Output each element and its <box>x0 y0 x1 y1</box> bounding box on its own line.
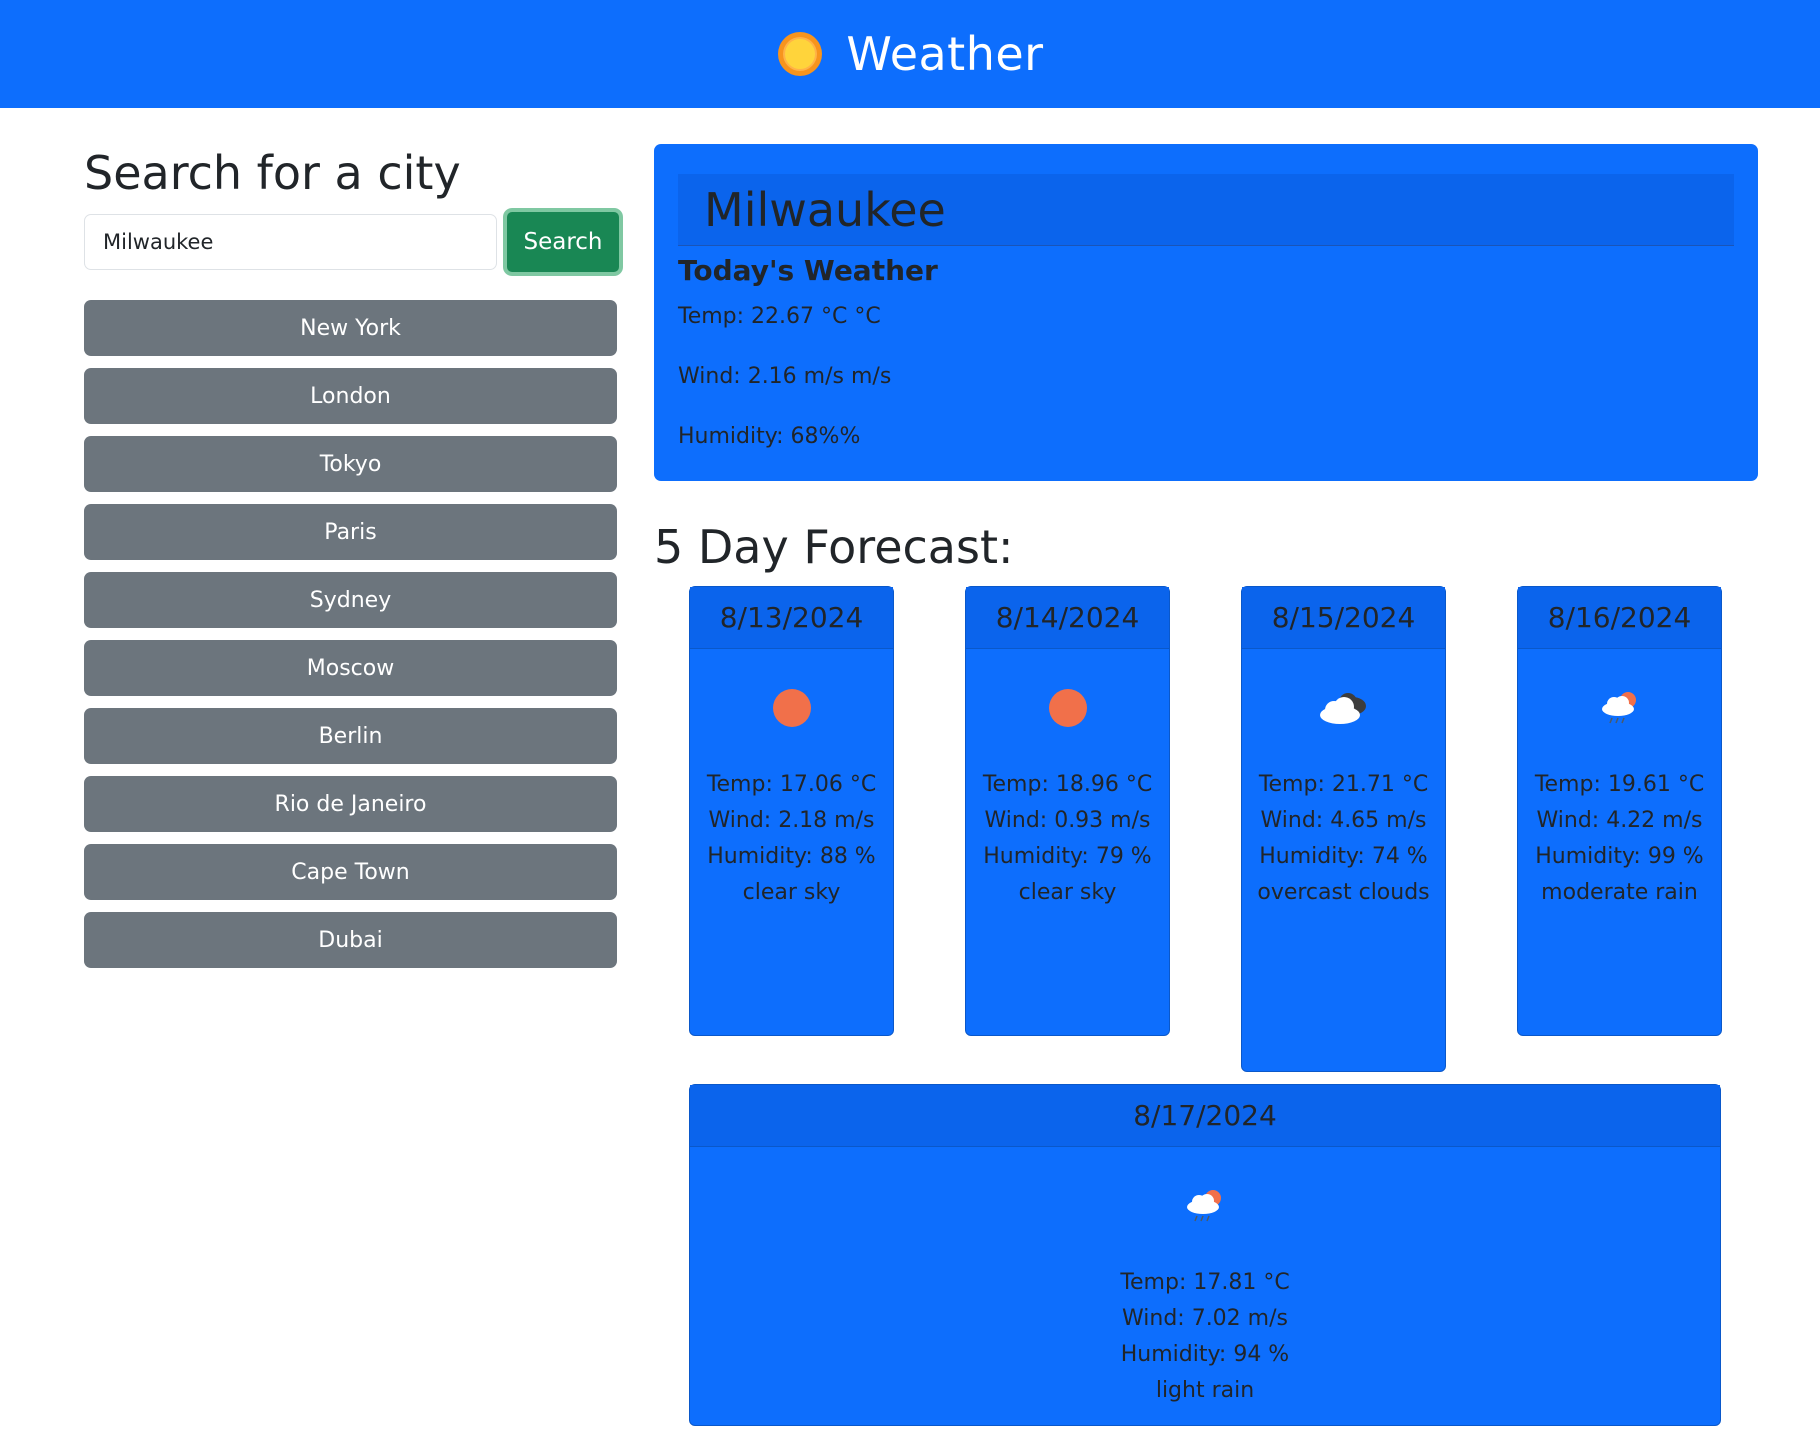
navbar: Weather <box>0 0 1820 108</box>
forecast-date: 8/16/2024 <box>1518 587 1721 649</box>
city-button[interactable]: London <box>84 368 617 424</box>
forecast-card: 8/17/2024 Temp: 17.81 °C Wind: 7.02 m/s … <box>689 1084 1721 1426</box>
current-weather-header: Milwaukee <box>678 174 1734 246</box>
forecast-description: clear sky <box>742 880 841 905</box>
forecast-description: overcast clouds <box>1257 880 1430 905</box>
search-button[interactable]: Search <box>503 208 623 276</box>
forecast-card: 8/13/2024 Temp: 17.06 °C Wind: 2.18 m/s … <box>689 586 894 1036</box>
forecast-temp: Temp: 17.81 °C <box>1120 1270 1290 1295</box>
city-button[interactable]: Cape Town <box>84 844 617 900</box>
city-history-list: New York London Tokyo Paris Sydney Mosco… <box>84 300 617 980</box>
rain-icon <box>1601 692 1636 724</box>
city-button[interactable]: Sydney <box>84 572 617 628</box>
city-search-input[interactable] <box>84 214 497 270</box>
city-button[interactable]: Paris <box>84 504 617 560</box>
forecast-description: light rain <box>1155 1378 1255 1403</box>
forecast-date: 8/14/2024 <box>966 587 1169 649</box>
overcast-clouds-icon <box>1319 693 1366 724</box>
city-button[interactable]: Moscow <box>84 640 617 696</box>
forecast-description: moderate rain <box>1541 880 1698 905</box>
city-button[interactable]: Dubai <box>84 912 617 968</box>
current-wind: Wind: 2.16 m/s m/s <box>678 364 892 389</box>
current-humidity: Humidity: 68%% <box>678 424 861 449</box>
forecast-humidity: Humidity: 94 % <box>1120 1342 1290 1367</box>
city-button[interactable]: Berlin <box>84 708 617 764</box>
clear-sky-icon <box>772 689 811 727</box>
forecast-wind: Wind: 7.02 m/s <box>1122 1306 1288 1331</box>
clear-sky-icon <box>1048 689 1087 727</box>
search-heading: Search for a city <box>84 146 461 200</box>
forecast-card: 8/16/2024 Temp: 19.61 °C Wind: 4.22 m/s … <box>1517 586 1722 1036</box>
current-city-name: Milwaukee <box>704 182 946 237</box>
forecast-temp: Temp: 21.71 °C <box>1258 772 1429 797</box>
forecast-temp: Temp: 18.96 °C <box>982 772 1153 797</box>
forecast-humidity: Humidity: 79 % <box>983 844 1152 869</box>
sun-icon <box>778 32 823 76</box>
city-button[interactable]: Rio de Janeiro <box>84 776 617 832</box>
current-temp: Temp: 22.67 °C °C <box>678 304 881 329</box>
forecast-heading: 5 Day Forecast: <box>654 520 1014 574</box>
forecast-humidity: Humidity: 99 % <box>1535 844 1704 869</box>
forecast-description: clear sky <box>1018 880 1117 905</box>
current-weather-card: Milwaukee Today's Weather Temp: 22.67 °C… <box>654 144 1758 481</box>
city-button[interactable]: New York <box>84 300 617 356</box>
forecast-date: 8/15/2024 <box>1242 587 1445 649</box>
city-button[interactable]: Tokyo <box>84 436 617 492</box>
forecast-wind: Wind: 4.22 m/s <box>1536 808 1703 833</box>
forecast-temp: Temp: 19.61 °C <box>1534 772 1705 797</box>
forecast-humidity: Humidity: 74 % <box>1259 844 1428 869</box>
forecast-date: 8/17/2024 <box>690 1085 1720 1147</box>
forecast-wind: Wind: 4.65 m/s <box>1260 808 1427 833</box>
forecast-date: 8/13/2024 <box>690 587 893 649</box>
forecast-card: 8/14/2024 Temp: 18.96 °C Wind: 0.93 m/s … <box>965 586 1170 1036</box>
forecast-temp: Temp: 17.06 °C <box>706 772 877 797</box>
app-title: Weather <box>846 27 1044 81</box>
forecast-humidity: Humidity: 88 % <box>707 844 876 869</box>
forecast-card: 8/15/2024 Temp: 21.71 °C Wind: 4.65 m/s … <box>1241 586 1446 1072</box>
forecast-wind: Wind: 0.93 m/s <box>984 808 1151 833</box>
rain-icon <box>1187 1190 1221 1222</box>
todays-weather-title: Today's Weather <box>678 254 938 287</box>
forecast-wind: Wind: 2.18 m/s <box>708 808 875 833</box>
brand: Weather <box>776 27 1043 81</box>
